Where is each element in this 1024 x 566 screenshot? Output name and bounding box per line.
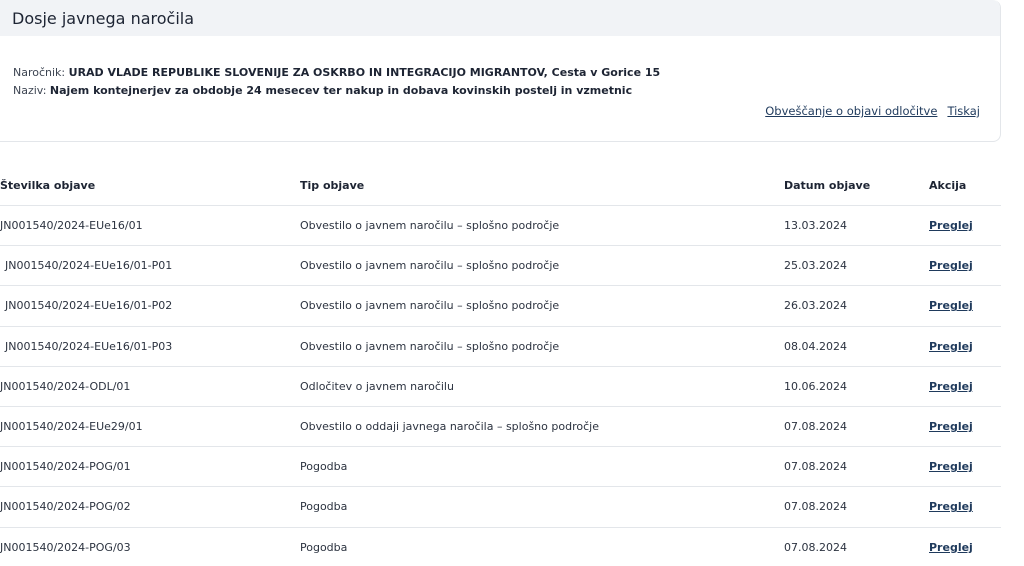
row-date: 08.04.2024 [784, 339, 847, 353]
name-value: Najem kontejnerjev za obdobje 24 mesecev… [49, 84, 633, 97]
row-type: Pogodba [300, 540, 348, 554]
row-view-link[interactable]: Preglej [929, 340, 973, 353]
header-action: Akcija [929, 179, 967, 192]
table-row: JN001540/2024-EUe16/01-P01 Obvestilo o j… [0, 246, 1001, 287]
row-number: JN001540/2024-POG/02 [0, 500, 131, 514]
row-type: Pogodba [300, 460, 348, 474]
name-line: Naziv: Najem kontejnerjev za obdobje 24 … [13, 82, 1000, 100]
row-date: 25.03.2024 [784, 259, 847, 273]
table-row: JN001540/2024-EUe16/01 Obvestilo o javne… [0, 206, 1001, 247]
dossier-actions: Obveščanje o objavi odločitve Tiskaj [765, 104, 980, 118]
row-type: Obvestilo o oddaji javnega naročila – sp… [300, 420, 599, 434]
dossier-header: Dosje javnega naročila [0, 0, 1000, 36]
table-row: JN001540/2024-EUe16/01-P03 Obvestilo o j… [0, 327, 1001, 367]
table-row: JN001540/2024-POG/03 Pogodba 07.08.2024 … [0, 528, 1001, 566]
header-type: Tip objave [300, 179, 365, 192]
dossier-details: Naročnik: URAD VLADE REPUBLIKE SLOVENIJE… [0, 36, 1000, 100]
row-view-link[interactable]: Preglej [929, 380, 973, 393]
row-type: Obvestilo o javnem naročilu – splošno po… [300, 299, 560, 313]
row-view-link[interactable]: Preglej [929, 219, 973, 232]
header-number: Številka objave [0, 179, 96, 192]
row-type: Odločitev o javnem naročilu [300, 379, 454, 393]
row-number: JN001540/2024-ODL/01 [0, 379, 131, 393]
row-number: JN001540/2024-EUe29/01 [0, 420, 143, 434]
row-date: 07.08.2024 [784, 540, 847, 554]
row-date: 07.08.2024 [784, 460, 847, 474]
client-value: URAD VLADE REPUBLIKE SLOVENIJE ZA OSKRBO… [68, 66, 661, 79]
table-row: JN001540/2024-POG/01 Pogodba 07.08.2024 … [0, 447, 1001, 488]
row-date: 26.03.2024 [784, 299, 847, 313]
header-date: Datum objave [784, 179, 871, 192]
row-number: JN001540/2024-EUe16/01-P03 [5, 339, 173, 353]
row-view-link[interactable]: Preglej [929, 460, 973, 473]
client-label: Naročnik: [13, 66, 66, 79]
name-label: Naziv: [13, 84, 47, 97]
table-header-row: Številka objave Tip objave Datum objave … [0, 166, 1001, 206]
row-number: JN001540/2024-POG/03 [0, 540, 131, 554]
dossier-card: Dosje javnega naročila Naročnik: URAD VL… [0, 0, 1001, 142]
row-view-link[interactable]: Preglej [929, 500, 973, 513]
row-number: JN001540/2024-POG/01 [0, 460, 131, 474]
row-date: 13.03.2024 [784, 219, 847, 233]
page: Dosje javnega naročila Naročnik: URAD VL… [0, 0, 1024, 566]
client-line: Naročnik: URAD VLADE REPUBLIKE SLOVENIJE… [13, 64, 1000, 82]
row-view-link[interactable]: Preglej [929, 541, 973, 554]
publications-table: Številka objave Tip objave Datum objave … [0, 166, 1001, 566]
row-date: 07.08.2024 [784, 420, 847, 434]
row-number: JN001540/2024-EUe16/01 [0, 219, 143, 233]
row-date: 07.08.2024 [784, 500, 847, 514]
page-title: Dosje javnega naročila [12, 8, 195, 28]
notify-decision-link[interactable]: Obveščanje o objavi odločitve [765, 104, 937, 118]
row-view-link[interactable]: Preglej [929, 299, 973, 312]
table-row: JN001540/2024-EUe29/01 Obvestilo o oddaj… [0, 407, 1001, 448]
row-type: Obvestilo o javnem naročilu – splošno po… [300, 339, 560, 353]
row-view-link[interactable]: Preglej [929, 259, 973, 272]
row-view-link[interactable]: Preglej [929, 420, 973, 433]
row-type: Obvestilo o javnem naročilu – splošno po… [300, 219, 560, 233]
table-row: JN001540/2024-POG/02 Pogodba 07.08.2024 … [0, 487, 1001, 528]
table-row: JN001540/2024-EUe16/01-P02 Obvestilo o j… [0, 286, 1001, 327]
row-number: JN001540/2024-EUe16/01-P02 [5, 299, 173, 313]
row-type: Pogodba [300, 500, 348, 514]
print-link[interactable]: Tiskaj [947, 104, 980, 118]
row-type: Obvestilo o javnem naročilu – splošno po… [300, 259, 560, 273]
row-number: JN001540/2024-EUe16/01-P01 [5, 259, 173, 273]
table-row: JN001540/2024-ODL/01 Odločitev o javnem … [0, 367, 1001, 407]
row-date: 10.06.2024 [784, 379, 847, 393]
